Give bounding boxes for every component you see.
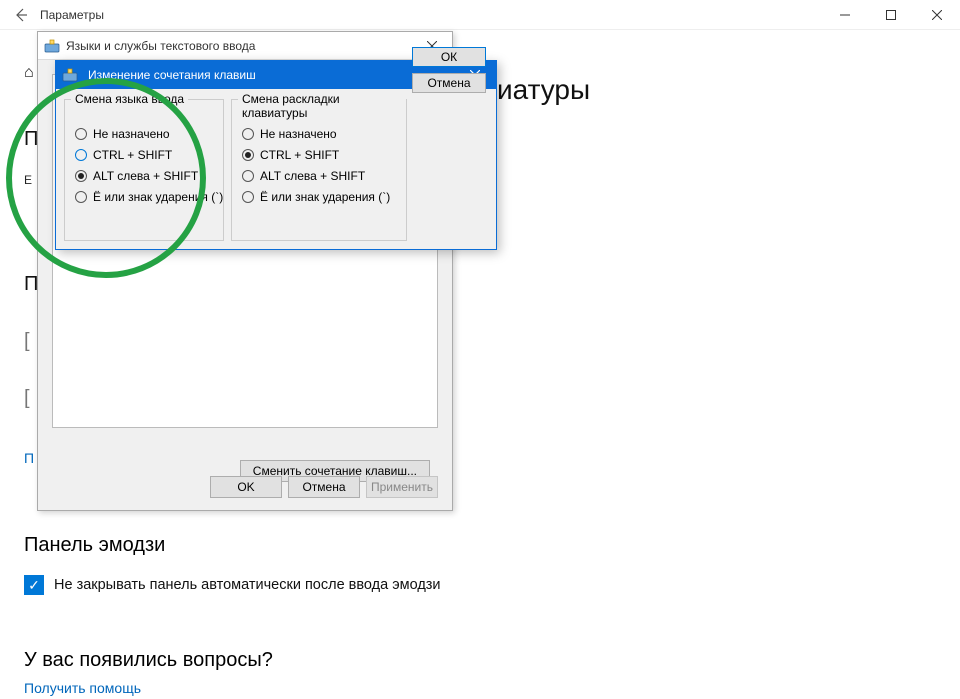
lang-dialog-buttons: OK Отмена Применить (210, 476, 438, 498)
emoji-checkbox[interactable]: ✓ (24, 575, 44, 595)
radio-label: Не назначено (93, 127, 170, 141)
close-button[interactable] (914, 0, 960, 30)
lang-dialog-title: Языки и службы текстового ввода (66, 39, 412, 53)
radio-none-g2[interactable]: Не назначено (242, 127, 396, 141)
radio-grave-g1[interactable]: Ё или знак ударения (`) (75, 190, 213, 204)
group1-title: Смена языка ввода (71, 92, 188, 106)
lang-cancel-button[interactable]: Отмена (288, 476, 360, 498)
settings-title: Параметры (40, 8, 822, 22)
radio-none-g1[interactable]: Не назначено (75, 127, 213, 141)
radio-icon (242, 170, 254, 182)
help-link[interactable]: Получить помощь (24, 680, 141, 696)
radio-grave-g2[interactable]: Ё или знак ударения (`) (242, 190, 396, 204)
radio-icon (75, 128, 87, 140)
hotkey-title: Изменение сочетания клавиш (88, 68, 454, 82)
arrow-left-icon (13, 7, 29, 23)
radio-label: Не назначено (260, 127, 337, 141)
radio-ctrl-shift-g1[interactable]: CTRL + SHIFT (75, 148, 213, 162)
radio-alt-shift-g1[interactable]: ALT слева + SHIFT (75, 169, 213, 183)
hotkey-buttons: ОК Отмена (412, 47, 486, 93)
radio-label: CTRL + SHIFT (260, 148, 339, 162)
radio-icon (75, 191, 87, 203)
radio-icon (242, 128, 254, 140)
minimize-button[interactable] (822, 0, 868, 30)
radio-label: ALT слева + SHIFT (260, 169, 365, 183)
hotkey-dialog: Изменение сочетания клавиш Смена языка в… (55, 60, 497, 250)
hotkey-body: Смена языка ввода Не назначено CTRL + SH… (56, 89, 496, 105)
back-button[interactable] (6, 0, 36, 30)
radio-icon (75, 149, 87, 161)
radio-ctrl-shift-g2[interactable]: CTRL + SHIFT (242, 148, 396, 162)
radio-label: CTRL + SHIFT (93, 148, 172, 162)
group-keyboard-layout: Смена раскладки клавиатуры Не назначено … (231, 99, 407, 241)
lang-ok-button[interactable]: OK (210, 476, 282, 498)
radio-alt-shift-g2[interactable]: ALT слева + SHIFT (242, 169, 396, 183)
keyboard-icon (44, 38, 60, 54)
settings-titlebar: Параметры (0, 0, 960, 30)
emoji-checkbox-row[interactable]: ✓ Не закрывать панель автоматически посл… (24, 575, 930, 595)
hotkey-ok-button[interactable]: ОК (412, 47, 486, 67)
close-icon (932, 10, 942, 20)
maximize-button[interactable] (868, 0, 914, 30)
radio-icon (242, 191, 254, 203)
lang-apply-button: Применить (366, 476, 438, 498)
emoji-heading: Панель эмодзи (24, 534, 930, 557)
emoji-section: Панель эмодзи ✓ Не закрывать панель авто… (24, 520, 930, 696)
radio-label: Ё или знак ударения (`) (93, 190, 223, 204)
checkmark-icon: ✓ (28, 577, 40, 594)
group2-title: Смена раскладки клавиатуры (238, 92, 406, 120)
window-controls (822, 0, 960, 29)
lang-dialog-titlebar: Языки и службы текстового ввода (38, 32, 452, 60)
group-input-language: Смена языка ввода Не назначено CTRL + SH… (64, 99, 224, 241)
radio-label: ALT слева + SHIFT (93, 169, 198, 183)
radio-label: Ё или знак ударения (`) (260, 190, 390, 204)
hotkey-cancel-button[interactable]: Отмена (412, 73, 486, 93)
radio-icon (242, 149, 254, 161)
keyboard-icon (62, 67, 78, 83)
radio-icon (75, 170, 87, 182)
emoji-checkbox-label: Не закрывать панель автоматически после … (54, 577, 441, 593)
minimize-icon (840, 10, 850, 20)
maximize-icon (886, 10, 896, 20)
page-heading-partial: иатуры (497, 74, 590, 106)
questions-heading: У вас появились вопросы? (24, 649, 930, 672)
